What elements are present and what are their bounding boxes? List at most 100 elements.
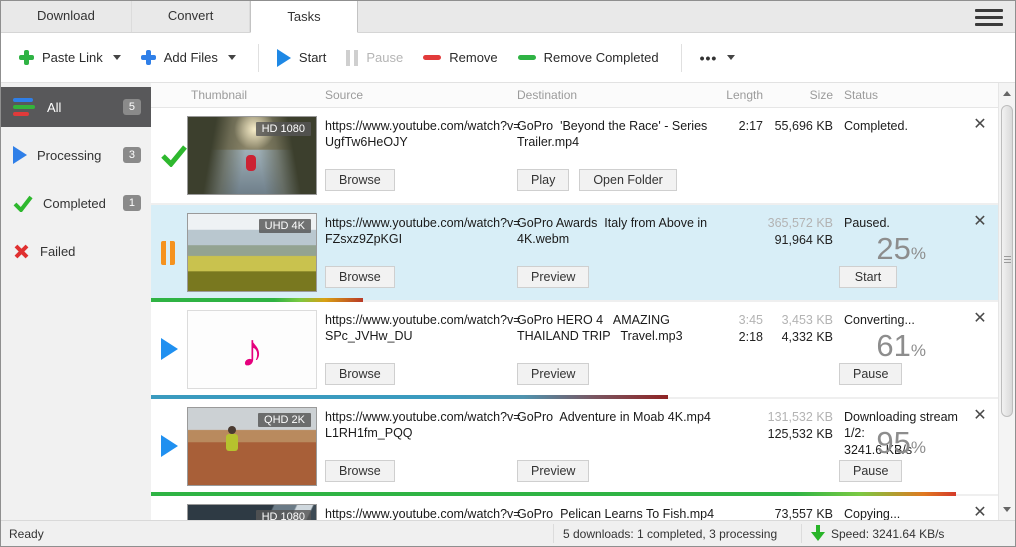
start-button[interactable]: Start (269, 43, 334, 73)
browse-button[interactable]: Browse (325, 460, 395, 482)
preview-button[interactable]: Preview (517, 460, 589, 482)
app-window: Download Convert Tasks Paste Link Add Fi… (0, 0, 1016, 547)
scrollbar-thumb[interactable] (1001, 105, 1013, 417)
column-header-status[interactable]: Status (844, 88, 878, 102)
open-folder-button[interactable]: Open Folder (579, 169, 676, 191)
sidebar-item-processing[interactable]: Processing 3 (1, 135, 151, 175)
status-cell: Paused. (844, 215, 969, 231)
paste-link-label: Paste Link (42, 50, 103, 65)
column-header-size[interactable]: Size (751, 88, 833, 102)
play-button[interactable]: Play (517, 169, 569, 191)
close-icon[interactable]: ✕ (969, 211, 991, 233)
sidebar-item-label: Processing (37, 148, 101, 163)
browse-button[interactable]: Browse (325, 169, 395, 191)
toolbar-separator (258, 44, 259, 72)
start-label: Start (299, 50, 326, 65)
speed-down-arrow-icon (811, 525, 825, 542)
column-header-destination[interactable]: Destination (517, 88, 577, 102)
destination-filename: GoPro Awards Italy from Above in 4K.webm (517, 215, 717, 248)
sidebar-item-failed[interactable]: Failed (1, 231, 151, 271)
pause-icon (346, 50, 358, 66)
failed-x-icon (13, 243, 30, 260)
plus-icon (141, 50, 156, 65)
progress-percent: 61% (801, 328, 926, 364)
processing-play-icon (13, 146, 27, 164)
pause-button[interactable]: Pause (839, 363, 902, 385)
add-files-label: Add Files (164, 50, 218, 65)
sidebar-item-label: All (47, 100, 61, 115)
check-icon (13, 195, 33, 212)
table-row[interactable]: QHD 2K https://www.youtube.com/watch?v= … (151, 399, 998, 496)
processing-play-icon (161, 435, 178, 457)
arrow-down-icon (1003, 507, 1011, 512)
table-row[interactable]: UHD 4K https://www.youtube.com/watch?v= … (151, 205, 998, 302)
table-row[interactable]: HD 1080 https://www.youtube.com/watch?v=… (151, 108, 998, 205)
sidebar-item-label: Failed (40, 244, 75, 259)
preview-button[interactable]: Preview (517, 266, 589, 288)
size-cell: 55,696 KB (751, 118, 833, 135)
sidebar-item-completed[interactable]: Completed 1 (1, 183, 151, 223)
music-note-icon: ♪ (241, 327, 264, 373)
browse-button[interactable]: Browse (325, 363, 395, 385)
destination-filename: GoPro HERO 4 AMAZING THAILAND TRIP Trave… (517, 312, 717, 345)
video-thumbnail: QHD 2K (187, 407, 317, 486)
video-thumbnail: HD 1080 (187, 116, 317, 195)
source-url: https://www.youtube.com/watch?v= pyI0mOW… (325, 506, 515, 520)
play-icon (277, 49, 291, 67)
sidebar-item-all[interactable]: All 5 (1, 87, 151, 127)
column-header-thumbnail[interactable]: Thumbnail (191, 88, 247, 102)
destination-filename: GoPro 'Beyond the Race' - Series Trailer… (517, 118, 717, 151)
start-button[interactable]: Start (839, 266, 897, 288)
quality-badge: HD 1080 (256, 510, 311, 520)
table-row[interactable]: ♪ https://www.youtube.com/watch?v= SPc_J… (151, 302, 998, 399)
quality-badge: UHD 4K (259, 219, 311, 233)
count-badge: 5 (123, 99, 141, 115)
arrow-up-icon (1003, 91, 1011, 96)
vertical-scrollbar[interactable] (998, 83, 1015, 520)
pause-button[interactable]: Pause (839, 460, 902, 482)
more-menu-button[interactable]: ••• (692, 44, 744, 72)
toolbar-separator (681, 44, 682, 72)
tasks-table: Thumbnail Source Destination Length Size… (151, 83, 1015, 520)
check-icon (161, 144, 187, 167)
close-icon[interactable]: ✕ (969, 502, 991, 520)
status-bar: Ready 5 downloads: 1 completed, 3 proces… (1, 520, 1015, 546)
progress-percent: 25% (801, 231, 926, 267)
count-badge: 1 (123, 195, 141, 211)
menu-hamburger-icon[interactable] (975, 9, 1003, 26)
tab-convert[interactable]: Convert (132, 0, 251, 32)
table-row[interactable]: HD 1080 https://www.youtube.com/watch?v=… (151, 496, 998, 520)
preview-button[interactable]: Preview (517, 363, 589, 385)
destination-filename: GoPro Pelican Learns To Fish.mp4 (517, 506, 717, 520)
size-cell: 73,557 KB (751, 506, 833, 520)
close-icon[interactable]: ✕ (969, 308, 991, 330)
scroll-down-button[interactable] (999, 501, 1016, 518)
chevron-down-icon[interactable] (113, 55, 121, 60)
remove-button[interactable]: Remove (415, 44, 505, 71)
status-cell: Converting... (844, 312, 969, 328)
remove-completed-button[interactable]: Remove Completed (510, 44, 667, 71)
content-area: All 5 Processing 3 Completed 1 Failed (1, 83, 1015, 520)
tab-tasks[interactable]: Tasks (250, 0, 357, 33)
status-ready: Ready (9, 527, 44, 541)
source-url: https://www.youtube.com/watch?v= FZsxz9Z… (325, 215, 515, 248)
tab-download[interactable]: Download (1, 0, 132, 32)
status-speed: Speed: 3241.64 KB/s (831, 527, 944, 541)
pause-button: Pause (338, 44, 411, 72)
column-header-source[interactable]: Source (325, 88, 363, 102)
close-icon[interactable]: ✕ (969, 405, 991, 427)
processing-play-icon (161, 338, 178, 360)
chevron-down-icon[interactable] (228, 55, 236, 60)
table-body: HD 1080 https://www.youtube.com/watch?v=… (151, 108, 998, 520)
close-icon[interactable]: ✕ (969, 114, 991, 136)
status-downloads-summary: 5 downloads: 1 completed, 3 processing (563, 527, 777, 541)
count-badge: 3 (123, 147, 141, 163)
scroll-up-button[interactable] (999, 85, 1016, 102)
pause-label: Pause (366, 50, 403, 65)
paste-link-button[interactable]: Paste Link (11, 44, 129, 71)
add-files-button[interactable]: Add Files (133, 44, 244, 71)
browse-button[interactable]: Browse (325, 266, 395, 288)
quality-badge: QHD 2K (258, 413, 311, 427)
tab-bar: Download Convert Tasks (1, 1, 1015, 33)
remove-completed-label: Remove Completed (544, 50, 659, 65)
